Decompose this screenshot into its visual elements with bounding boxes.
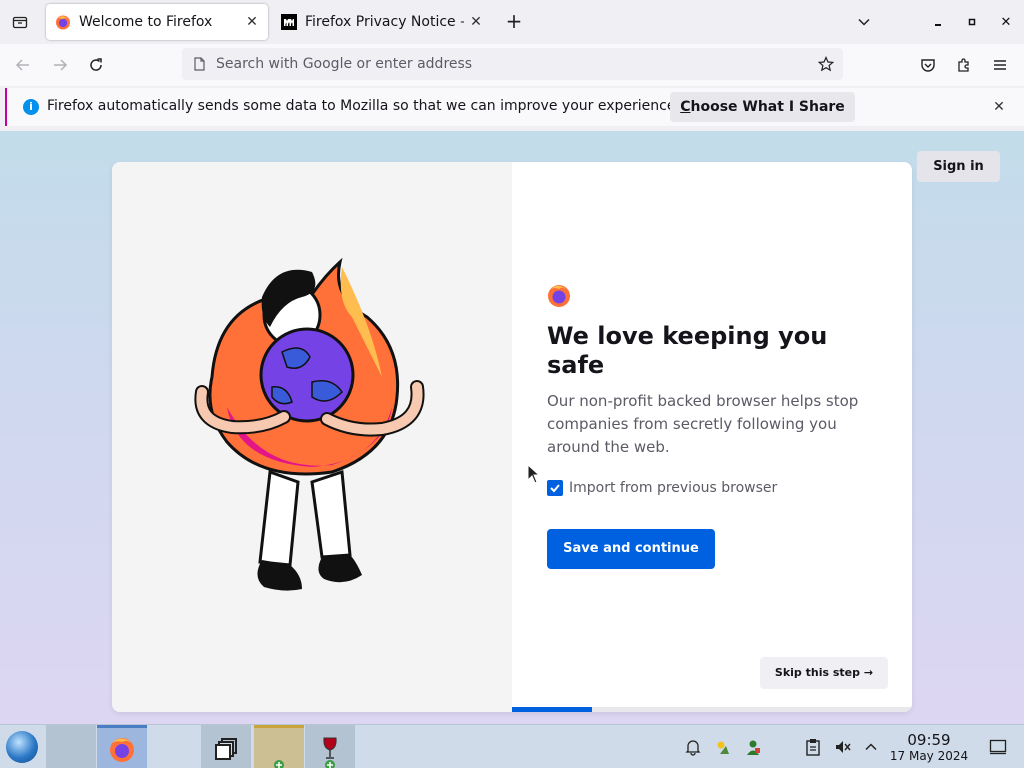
wine-glass-icon (323, 737, 337, 759)
navigation-toolbar (0, 44, 1024, 86)
forward-arrow-icon[interactable] (47, 52, 73, 78)
add-badge-icon (325, 760, 335, 768)
clipboard-icon[interactable] (803, 737, 823, 757)
page-icon (191, 56, 207, 72)
tab-list-icon[interactable] (8, 10, 32, 34)
data-collection-notification: i Firefox automatically sends some data … (5, 88, 1024, 126)
close-window-icon[interactable]: ✕ (994, 10, 1018, 34)
mozilla-favicon-icon (281, 14, 297, 30)
onboarding-progress (512, 707, 912, 712)
weather-icon[interactable] (713, 737, 733, 757)
reload-icon[interactable] (83, 52, 109, 78)
onboarding-content: We love keeping you safe Our non-profit … (512, 162, 912, 712)
close-tab-icon[interactable]: ✕ (240, 10, 264, 34)
taskbar-item-firefox[interactable] (97, 725, 147, 768)
taskbar-item-folder[interactable] (254, 725, 304, 768)
import-option[interactable]: Import from previous browser (547, 480, 777, 496)
chevron-down-icon[interactable] (852, 10, 876, 34)
tab-strip: Welcome to Firefox ✕ Firefox Privacy Not… (0, 0, 1024, 44)
start-menu-icon[interactable] (6, 731, 38, 763)
window-switcher-icon (215, 737, 237, 760)
progress-fill (512, 707, 592, 712)
taskbar-item-wine[interactable] (305, 725, 355, 768)
firefox-favicon-icon (55, 14, 71, 30)
tab-title: Welcome to Firefox (79, 14, 213, 30)
checkmark-icon (550, 484, 560, 493)
tab-title: Firefox Privacy Notice — (305, 14, 464, 30)
notification-message: Firefox automatically sends some data to… (47, 98, 680, 114)
taskbar-item-windows[interactable] (201, 725, 251, 768)
hamburger-menu-icon[interactable] (987, 52, 1013, 78)
save-and-continue-button[interactable]: Save and continue (547, 529, 715, 569)
taskbar-item-desktop[interactable] (46, 725, 96, 768)
person-hugging-firefox-illustration (194, 257, 425, 591)
new-tab-icon[interactable]: + (502, 10, 526, 34)
tab-welcome[interactable]: Welcome to Firefox ✕ (46, 4, 268, 40)
sign-in-button[interactable]: Sign in (917, 151, 1000, 182)
page-description: Our non-profit backed browser helps stop… (547, 392, 859, 456)
add-badge-icon (274, 760, 284, 768)
extensions-icon[interactable] (951, 52, 977, 78)
close-notification-icon[interactable]: ✕ (988, 96, 1010, 118)
import-checkbox[interactable] (547, 480, 563, 496)
pocket-icon[interactable] (915, 52, 941, 78)
choose-what-i-share-button[interactable]: Choose What I Share (670, 92, 855, 122)
mouse-cursor-icon (527, 464, 541, 484)
skip-step-button[interactable]: Skip this step → (760, 657, 888, 689)
bookmark-star-icon[interactable] (815, 53, 837, 75)
clock-time: 09:59 (907, 731, 951, 749)
volume-muted-icon[interactable] (833, 737, 853, 757)
button-label: hoose What I Share (690, 99, 845, 115)
firefox-logo-icon (548, 285, 570, 307)
illustration-panel (112, 162, 512, 712)
info-icon: i (23, 99, 39, 115)
back-arrow-icon[interactable] (10, 52, 36, 78)
firefox-taskbar-icon (110, 737, 134, 762)
chevron-up-icon[interactable] (861, 737, 881, 757)
maximize-icon[interactable] (960, 10, 984, 34)
notification-bell-icon[interactable] (683, 737, 703, 757)
clock-date: 17 May 2024 (889, 749, 969, 763)
tab-privacy-notice[interactable]: Firefox Privacy Notice — ✕ (272, 4, 492, 40)
onboarding-card: We love keeping you safe Our non-profit … (112, 162, 912, 712)
user-status-icon[interactable] (743, 737, 763, 757)
url-input[interactable] (216, 56, 815, 72)
page-title: We love keeping you safe (547, 322, 828, 379)
address-bar[interactable] (182, 48, 843, 80)
access-key-letter: C (680, 99, 691, 115)
welcome-page: Sign in We love keeping you safe Our non… (0, 131, 1024, 724)
minimize-icon[interactable] (926, 10, 950, 34)
close-tab-icon[interactable]: ✕ (464, 10, 488, 34)
import-label: Import from previous browser (569, 480, 778, 496)
clock[interactable]: 09:59 17 May 2024 (886, 731, 972, 764)
show-desktop-icon[interactable] (988, 737, 1008, 757)
taskbar-item-empty[interactable] (148, 725, 198, 768)
taskbar: 09:59 17 May 2024 (0, 724, 1024, 768)
